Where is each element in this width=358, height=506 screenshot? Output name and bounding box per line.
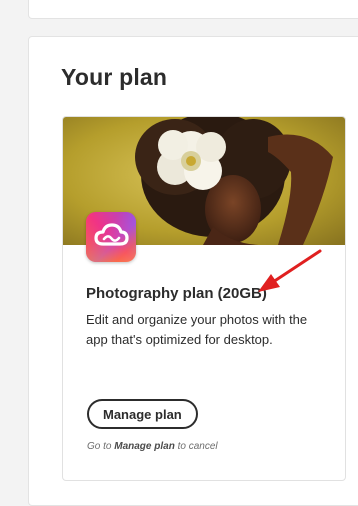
cancel-note: Go to Manage plan to cancel bbox=[87, 441, 218, 452]
cancel-note-suffix: to cancel bbox=[174, 441, 218, 452]
section-title: Your plan bbox=[61, 64, 168, 90]
plan-section: Your plan Photography plan (20GB) Edit a… bbox=[28, 36, 358, 506]
plan-description: Edit and organize your photos with the a… bbox=[86, 312, 308, 347]
plan-name: Photography plan (20GB) bbox=[86, 285, 267, 302]
plan-card: Photography plan (20GB) Edit and organiz… bbox=[62, 116, 346, 481]
previous-card bbox=[28, 0, 358, 19]
creative-cloud-icon bbox=[86, 212, 136, 262]
cancel-note-prefix: Go to bbox=[87, 441, 115, 452]
manage-plan-button[interactable]: Manage plan bbox=[87, 399, 198, 429]
cancel-note-link: Manage plan bbox=[114, 441, 175, 452]
